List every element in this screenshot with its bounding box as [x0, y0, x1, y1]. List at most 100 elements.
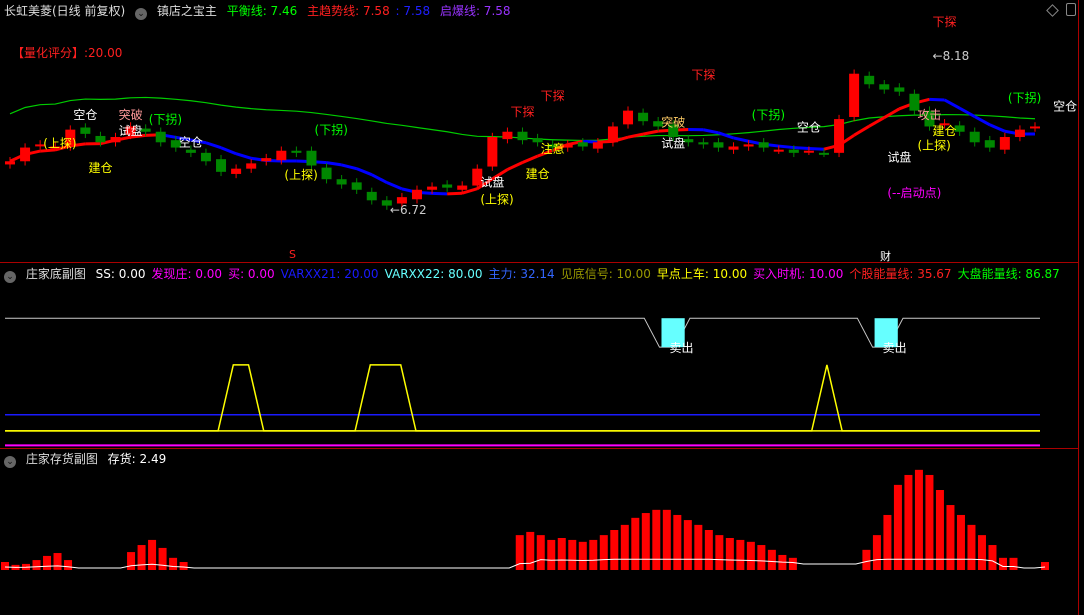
inventory-bar: [610, 530, 619, 570]
inventory-bar: [137, 545, 146, 570]
inventory-bar: [715, 535, 724, 570]
trend-line-segment: [341, 163, 358, 171]
trend-line-segment: [703, 128, 719, 135]
inventory-bar: [925, 474, 934, 570]
chart-annotation: (下拐): [315, 122, 348, 137]
inventory-bar: [956, 514, 965, 570]
chart-annotation: 试盘: [119, 123, 143, 138]
inventory-bar: [547, 539, 556, 570]
inventory-bar: [967, 524, 976, 570]
inventory-bar: [788, 557, 797, 570]
sell-label: 卖出: [883, 341, 907, 355]
chart-annotation: (上探): [480, 192, 513, 206]
inventory-bar: [946, 505, 955, 570]
trend-line-segment: [220, 146, 237, 156]
candle-body: [457, 185, 468, 190]
candle-body: [698, 142, 709, 145]
inventory-bar: [641, 513, 650, 570]
trend-line-segment: [235, 152, 252, 160]
candle-body: [1030, 126, 1040, 129]
inventory-bar: [536, 535, 545, 570]
trend-line-segment: [386, 181, 403, 191]
inventory-bar: [43, 555, 52, 570]
candle-body: [5, 161, 15, 165]
inventory-bar: [1009, 557, 1018, 570]
inventory-bar: [704, 530, 713, 570]
inventory-bar: [998, 557, 1007, 570]
trend-line-segment: [326, 161, 342, 167]
candle-body: [276, 150, 287, 161]
candle-body: [411, 189, 422, 200]
trend-line-segment: [371, 173, 388, 184]
candle-body: [442, 184, 453, 188]
candle-body: [321, 167, 332, 180]
inventory-bar: [757, 545, 766, 570]
candle-body: [306, 150, 317, 166]
inventory-bar: [568, 539, 577, 570]
chart-annotation: 空仓: [1053, 100, 1077, 114]
inventory-bar: [652, 509, 661, 570]
inventory-bar: [169, 557, 178, 570]
candle-body: [351, 182, 362, 190]
chart-annotation: 下探: [541, 89, 565, 103]
trend-line-segment: [808, 146, 825, 151]
inventory-bar: [32, 560, 41, 570]
inventory-bar: [589, 539, 598, 570]
inventory-bar: [935, 490, 944, 570]
candle-body: [879, 84, 890, 90]
inventory-bar: [694, 524, 703, 570]
inventory-bar: [127, 552, 136, 570]
chart-annotation: 突破: [119, 107, 143, 122]
trend-line-segment: [853, 124, 870, 137]
chart-annotation: 试盘: [480, 175, 504, 190]
candle-body: [487, 137, 498, 167]
chart-canvas[interactable]: 空仓(上探)建仓试盘突破 (下拐)空仓(下拐)(上探)←6.72(上探)试盘下探建…: [0, 0, 1084, 615]
inventory-bar: [526, 531, 535, 570]
trend-line-segment: [793, 146, 809, 150]
candle-body: [366, 191, 377, 201]
trend-line-segment: [868, 116, 886, 128]
candle-body: [894, 87, 905, 92]
chart-annotation: (下拐): [752, 107, 785, 122]
candle-body: [818, 152, 829, 155]
trend-line-segment: [356, 167, 373, 177]
chart-annotation: (--启动点): [887, 186, 941, 200]
candle-body: [517, 131, 528, 141]
candle-body: [713, 142, 724, 148]
trend-line-segment: [642, 129, 659, 136]
inventory-bar: [631, 517, 640, 570]
inventory-bar: [746, 541, 755, 570]
inventory-bar: [872, 535, 881, 570]
trend-line-segment: [506, 161, 524, 171]
candle-body: [336, 179, 347, 185]
candle-body: [803, 150, 814, 153]
trend-line-segment: [733, 136, 749, 143]
chart-annotation: 建仓: [88, 161, 112, 175]
early-entry-line: [5, 364, 1040, 432]
inventory-bar: [64, 560, 73, 570]
candle-body: [200, 152, 211, 162]
chart-annotation: 空仓: [797, 121, 821, 135]
candle-body: [743, 144, 754, 147]
candle-body: [864, 75, 875, 85]
chart-annotation: (上探): [917, 139, 950, 153]
trend-line-segment: [521, 154, 539, 164]
chart-annotation: 下探: [933, 15, 957, 29]
inventory-bar: [158, 547, 167, 570]
candle-body: [427, 186, 438, 190]
inventory-bar: [578, 541, 587, 570]
chart-annotation: (下拐): [149, 111, 182, 126]
candle-body: [592, 142, 603, 149]
inventory-bar: [767, 549, 776, 570]
inventory-bar: [179, 562, 188, 570]
inventory-bar: [53, 553, 62, 570]
candle-body: [80, 127, 91, 134]
candle-body: [638, 112, 649, 122]
inventory-bar: [725, 538, 734, 570]
chart-annotation: 试盘: [887, 149, 911, 164]
candle-body: [623, 110, 634, 125]
inventory-bar: [683, 520, 692, 570]
chart-annotation: 突破: [661, 114, 685, 129]
inventory-bar: [904, 474, 913, 570]
inventory-bar: [914, 469, 923, 570]
